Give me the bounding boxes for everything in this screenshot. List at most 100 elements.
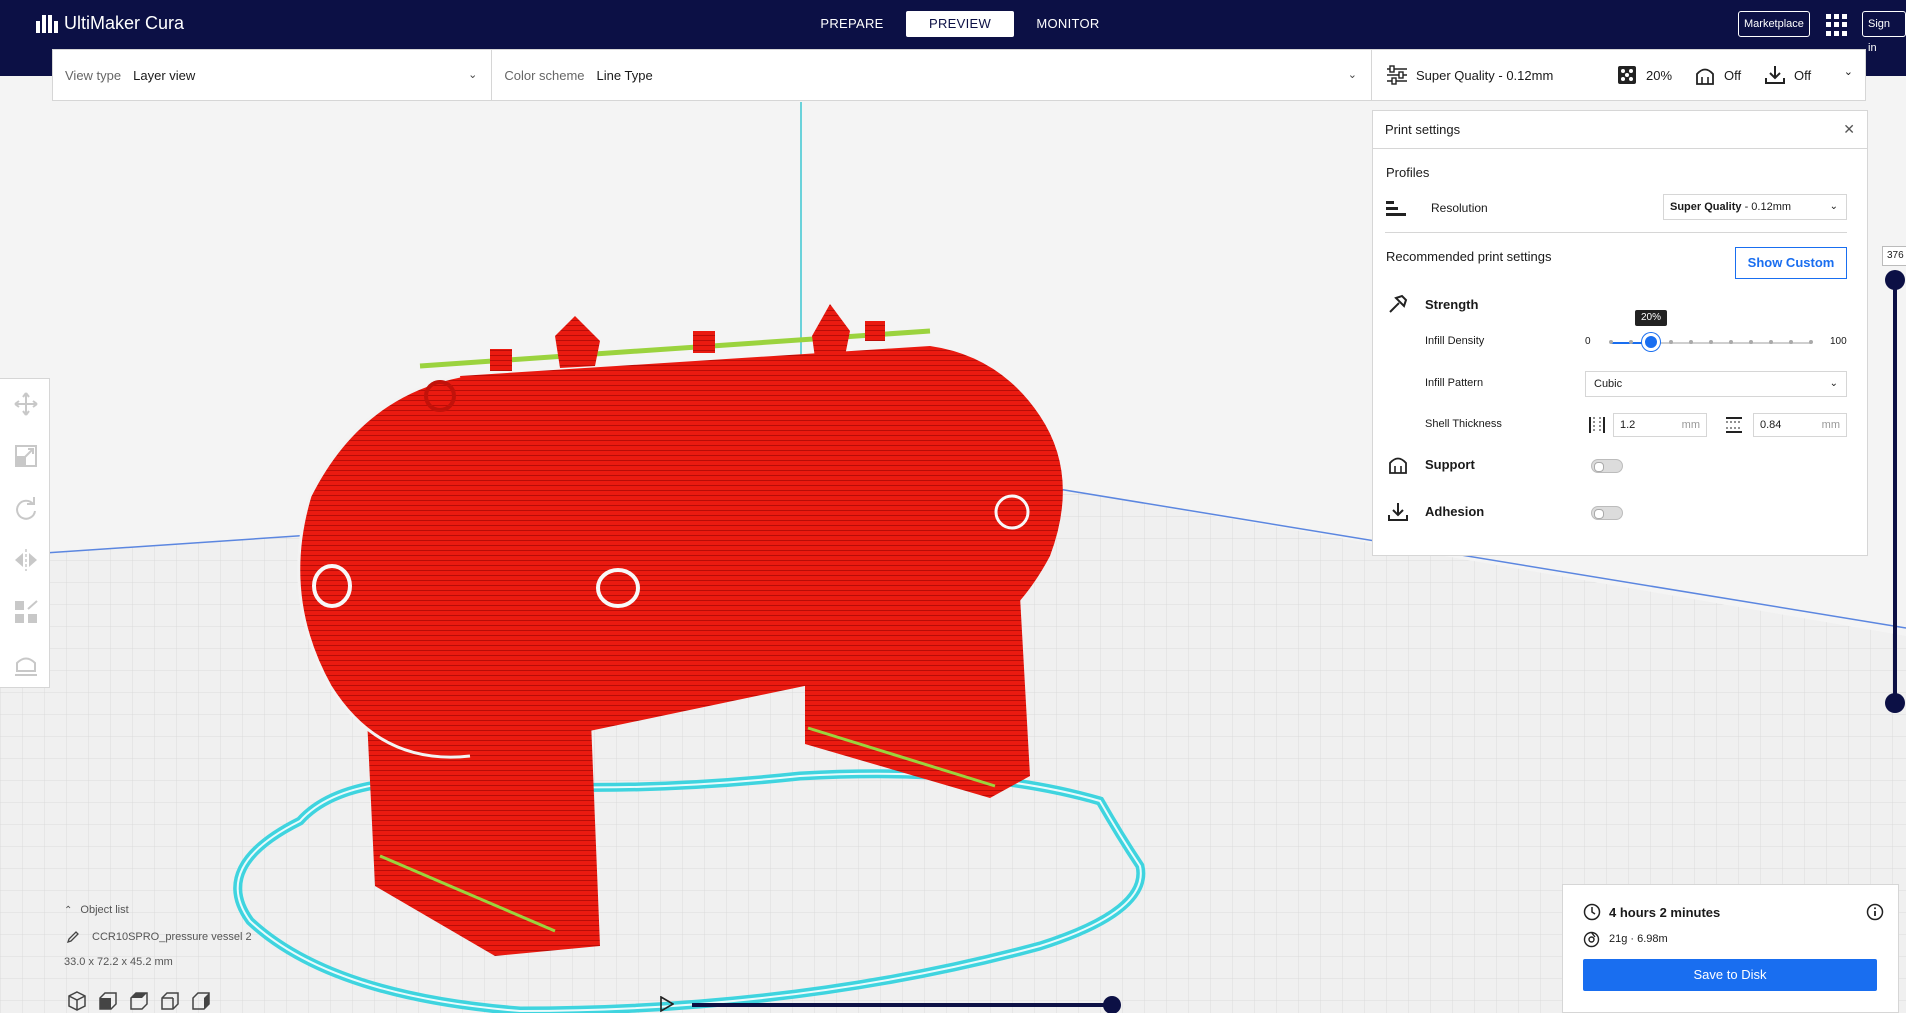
infill-slider-tick (1669, 340, 1673, 344)
adhesion-label: Adhesion (1425, 504, 1485, 519)
cura-logo-icon (36, 14, 58, 33)
per-model-settings-icon[interactable] (13, 599, 39, 625)
top-view-icon[interactable] (128, 990, 150, 1012)
brand-name: UltiMaker Cura (64, 13, 185, 33)
infill-pattern-label: Infill Pattern (1425, 377, 1484, 389)
color-scheme-label: Color scheme (504, 67, 585, 83)
wall-thickness-icon (1589, 417, 1605, 433)
view-type-label: View type (65, 67, 122, 83)
view-type-value: Layer view (133, 67, 196, 83)
layer-slider-track[interactable] (1893, 280, 1897, 704)
infill-summary[interactable]: 20% (1616, 64, 1672, 86)
play-icon[interactable] (660, 996, 674, 1012)
chevron-down-icon: ⌄ (1829, 378, 1838, 389)
object-list: ⌃ Object list CCR10SPRO_pressure vessel … (64, 904, 252, 968)
infill-min-label: 0 (1585, 336, 1591, 347)
support-toggle[interactable] (1591, 459, 1623, 473)
scale-icon[interactable] (13, 443, 39, 469)
infill-slider-tick (1609, 340, 1613, 344)
mirror-icon[interactable] (13, 547, 39, 573)
color-scheme-dropdown[interactable]: Color scheme Line Type ⌄ (492, 50, 1371, 100)
clock-icon (1583, 903, 1601, 921)
infill-slider-tick (1729, 340, 1733, 344)
marketplace-button[interactable]: Marketplace (1738, 11, 1810, 37)
chevron-down-icon: ⌄ (468, 69, 478, 81)
color-scheme-value: Line Type (596, 67, 653, 83)
profiles-label: Profiles (1386, 165, 1430, 180)
top-bottom-thickness-icon (1726, 417, 1742, 433)
support-summary[interactable]: Off (1694, 64, 1741, 86)
infill-density-slider[interactable] (1609, 340, 1813, 344)
infill-slider-tick (1809, 340, 1813, 344)
layer-number-input[interactable]: 376 (1882, 246, 1906, 266)
rotate-icon[interactable] (13, 495, 39, 521)
resolution-icon (1386, 201, 1406, 216)
front-view-icon[interactable] (97, 990, 119, 1012)
support-label: Support (1425, 457, 1475, 472)
sign-in-button[interactable]: Sign in (1862, 11, 1906, 54)
resolution-quality-name: Super Quality (1670, 201, 1742, 213)
pencil-icon[interactable] (66, 930, 80, 944)
left-view-icon[interactable] (159, 990, 181, 1012)
profile-summary[interactable]: Super Quality - 0.12mm (1386, 64, 1553, 86)
chevron-down-icon[interactable]: ⌄ (1844, 65, 1853, 78)
infill-slider-tick (1629, 340, 1633, 344)
adhesion-summary[interactable]: Off (1764, 64, 1811, 86)
print-job-card: 4 hours 2 minutes 21g · 6.98m Save to Di… (1562, 884, 1899, 1013)
spool-icon (1583, 931, 1600, 948)
brand: UltiMaker Cura (36, 13, 184, 34)
resolution-label: Resolution (1431, 201, 1488, 215)
close-icon[interactable]: ✕ (1843, 121, 1855, 138)
infill-slider-tick (1789, 340, 1793, 344)
view-type-dropdown[interactable]: View type Layer view ⌄ (53, 50, 493, 100)
infill-value-tooltip: 20% (1635, 310, 1667, 326)
infill-density-label: Infill Density (1425, 335, 1485, 347)
support-blocker-icon[interactable] (13, 651, 39, 677)
object-name: CCR10SPRO_pressure vessel 2 (92, 931, 252, 943)
adhesion-icon (1388, 503, 1408, 521)
adhesion-toggle[interactable] (1591, 506, 1623, 520)
recommended-label: Recommended print settings (1386, 249, 1552, 264)
settings-sliders-icon (1387, 65, 1407, 85)
3d-view-icon[interactable] (66, 990, 88, 1012)
object-item[interactable]: CCR10SPRO_pressure vessel 2 (66, 930, 252, 944)
wall-thickness-unit: mm (1681, 419, 1700, 431)
resolution-dropdown[interactable]: Super Quality - 0.12mm ⌄ (1663, 194, 1847, 220)
divider (1385, 232, 1847, 233)
infill-slider-tick (1689, 340, 1693, 344)
print-setup-summary[interactable]: Super Quality - 0.12mm 20% Off Off ⌄ (1372, 49, 1866, 101)
move-icon[interactable] (13, 391, 39, 417)
apps-grid-icon[interactable] (1826, 14, 1848, 36)
chevron-down-icon: ⌄ (1347, 69, 1357, 81)
object-list-toggle[interactable]: ⌃ Object list (64, 904, 252, 916)
print-settings-title: Print settings (1385, 122, 1461, 137)
infill-max-label: 100 (1830, 336, 1847, 347)
camera-view-buttons (66, 990, 212, 1012)
show-custom-button[interactable]: Show Custom (1735, 247, 1847, 279)
top-bottom-thickness-value: 0.84 (1760, 419, 1782, 431)
print-settings-header: Print settings ✕ (1373, 111, 1867, 149)
infill-slider-tick (1749, 340, 1753, 344)
infill-slider-handle[interactable] (1642, 333, 1660, 351)
tab-prepare[interactable]: PREPARE (798, 11, 906, 37)
infill-slider-tick (1709, 340, 1713, 344)
simulation-slider[interactable] (692, 1003, 1112, 1007)
info-icon[interactable] (1866, 903, 1884, 921)
top-bottom-thickness-input[interactable]: 0.84 mm (1753, 413, 1847, 437)
wall-thickness-input[interactable]: 1.2 mm (1613, 413, 1707, 437)
adhesion-icon (1765, 66, 1785, 84)
profile-summary-text: Super Quality - 0.12mm (1416, 67, 1554, 83)
shell-thickness-label: Shell Thickness (1425, 418, 1502, 430)
layer-slider-top-handle[interactable] (1885, 270, 1905, 290)
chevron-down-icon: ⌄ (1829, 201, 1838, 212)
tab-monitor[interactable]: MONITOR (1014, 11, 1122, 37)
simulation-slider-handle[interactable] (1103, 996, 1121, 1013)
tab-preview[interactable]: PREVIEW (906, 11, 1014, 37)
support-icon (1389, 457, 1407, 474)
adhesion-summary-text: Off (1794, 67, 1812, 83)
right-view-icon[interactable] (190, 990, 212, 1012)
save-to-disk-button[interactable]: Save to Disk (1583, 959, 1877, 991)
infill-pattern-dropdown[interactable]: Cubic ⌄ (1585, 371, 1847, 397)
stage-tabs: PREPARE PREVIEW MONITOR (798, 11, 1122, 37)
layer-slider-bottom-handle[interactable] (1885, 693, 1905, 713)
